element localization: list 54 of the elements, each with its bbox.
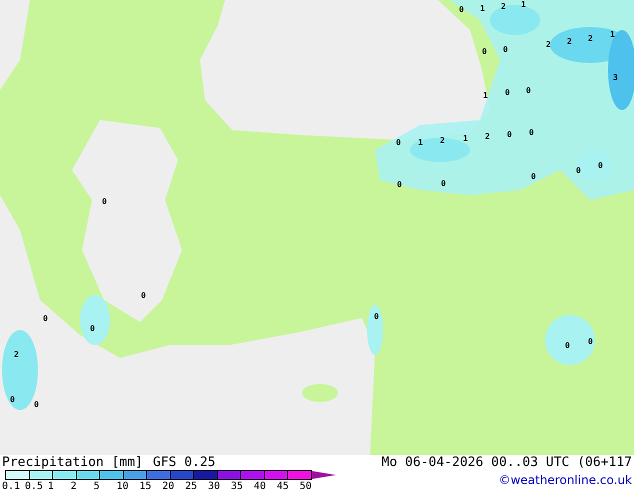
map-value-label: 0 [43,315,48,323]
map-value-label: 0 [503,46,508,54]
map-value-label: 0 [598,162,603,170]
map-value-label: 1 [463,135,468,143]
map-value-label: 0 [441,180,446,188]
map-value-label: 0 [90,325,95,333]
map-value-label: 0 [397,181,402,189]
map-value-label: 0 [505,89,510,97]
map-value-label: 3 [613,74,618,82]
map-value-label: 0 [588,338,593,346]
map-value-label: 0 [34,401,39,409]
credit-link[interactable]: ©weatheronline.co.uk [498,473,632,487]
map-value-label: 2 [567,38,572,46]
legend-tick-label: 25 [185,481,198,490]
map-value-label: 0 [102,198,107,206]
map-value-label: 0 [482,48,487,56]
legend-tick-label: 20 [162,481,176,490]
map-value-label: 0 [531,173,536,181]
map-value-label: 2 [440,137,445,145]
map-value-label: 2 [588,35,593,43]
map-value-label: 0 [576,167,581,175]
map-value-label: 1 [480,5,485,13]
map-value-label: 1 [483,92,488,100]
legend-tick-label: 40 [254,481,267,490]
map-value-label: 1 [418,139,423,147]
map-value-label: 0 [526,87,531,95]
map-value-label: 0 [459,6,464,14]
legend-tick-label: 10 [116,481,130,490]
legend-tick-label: 1 [48,481,55,490]
legend-tick-label: 0.5 [24,481,44,490]
map-value-label: 2 [14,351,19,359]
map-value-label: 0 [374,313,379,321]
map-value-label: 2 [546,41,551,49]
map-value-label: 0 [141,292,146,300]
legend-tick-label: 15 [139,481,152,490]
map-value-label: 1 [610,31,615,39]
legend-tick-label: 35 [230,481,244,490]
model-name: GFS 0.25 [152,455,216,470]
map-value-label: 0 [396,139,401,147]
legend-tick-label: 45 [276,481,290,490]
map-value-label: 2 [501,3,506,11]
map-value-label: 0 [565,342,570,350]
legend-tick-label: 0.1 [2,481,22,490]
legend-tick-label: 5 [94,481,101,490]
map-value-label: 0 [507,131,512,139]
forecast-time: Mo 06-04-2026 00..03 UTC (06+117 [382,455,632,470]
legend-tick-label: 50 [300,481,313,490]
map-value-label: 1 [521,1,526,9]
map-value-label: 2 [485,133,490,141]
map-title: Precipitation [mm] [2,455,143,470]
map-value-label: 0 [529,129,534,137]
legend-tick-label: 30 [208,481,222,490]
map-value-label: 0 [10,396,15,404]
legend-tick-label: 2 [70,481,78,490]
